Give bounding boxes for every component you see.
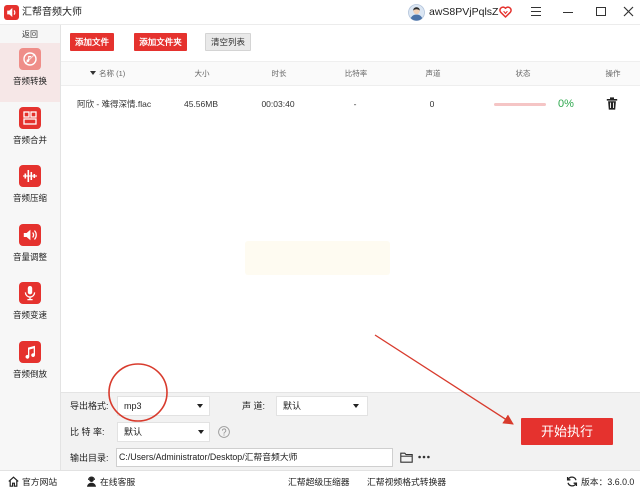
video-converter-link[interactable]: 汇帮视频格式转换器 xyxy=(367,476,446,488)
sort-desc-icon[interactable] xyxy=(90,71,96,75)
channel-select[interactable]: 默认 xyxy=(276,396,368,416)
sidebar-item-audio-convert[interactable]: 音频转换 xyxy=(0,43,60,102)
output-label: 输出目录: xyxy=(70,453,109,463)
sidebar: 返回 音频转换 音频合并 音频压缩 音量调整 音频变速 音频倒放 xyxy=(0,25,61,470)
format-value: mp3 xyxy=(124,401,142,411)
column-status: 状态 xyxy=(515,69,531,78)
chevron-down-icon xyxy=(353,404,359,408)
format-label: 导出格式: xyxy=(70,401,109,411)
more-icon[interactable] xyxy=(418,455,430,459)
file-bitrate: - xyxy=(353,99,357,109)
sidebar-item-audio-reverse[interactable]: 音频倒放 xyxy=(0,336,60,395)
start-button[interactable]: 开始执行 xyxy=(521,418,613,445)
home-icon[interactable] xyxy=(8,476,19,487)
file-name: 阿欣 - 难得深情.flac xyxy=(77,99,152,109)
channel-value: 默认 xyxy=(283,401,302,411)
column-channels: 声道 xyxy=(425,69,441,78)
output-path-input[interactable]: C:/Users/Administrator/Desktop/汇帮音频大师 xyxy=(116,448,393,467)
audio-merge-icon xyxy=(19,106,41,129)
output-path-value: C:/Users/Administrator/Desktop/汇帮音频大师 xyxy=(119,452,298,462)
minimize-icon[interactable] xyxy=(563,12,573,14)
sidebar-item-audio-speed[interactable]: 音频变速 xyxy=(0,277,60,336)
volume-icon xyxy=(19,223,41,246)
username[interactable]: awS8PVjPqlsZ xyxy=(429,6,498,19)
sidebar-menu: 音频转换 音频合并 音频压缩 音量调整 音频变速 音频倒放 xyxy=(0,43,60,394)
menu-icon[interactable] xyxy=(531,7,541,17)
vip-heart-icon[interactable] xyxy=(499,6,512,18)
sidebar-item-audio-compress[interactable]: 音频压缩 xyxy=(0,160,60,219)
support-icon[interactable] xyxy=(86,476,97,487)
channel-label: 声 道: xyxy=(242,401,266,411)
back-button[interactable]: 返回 xyxy=(0,28,60,41)
clear-list-button[interactable]: 清空列表 xyxy=(205,33,251,51)
progress-percent: 0% xyxy=(558,98,574,110)
user-avatar[interactable] xyxy=(408,4,425,21)
refresh-icon[interactable] xyxy=(566,476,578,487)
sidebar-item-label: 音频变速 xyxy=(12,310,47,320)
bitrate-label: 比 特 率: xyxy=(70,427,105,437)
watermark xyxy=(245,241,390,275)
column-duration: 时长 xyxy=(271,69,287,78)
column-bitrate: 比特率 xyxy=(344,69,368,78)
folder-icon[interactable] xyxy=(400,452,413,463)
audio-convert-icon xyxy=(19,48,41,70)
website-link[interactable]: 官方网站 xyxy=(22,476,57,488)
music-note-icon xyxy=(19,340,41,363)
app-logo-icon xyxy=(4,5,19,20)
help-icon[interactable] xyxy=(218,426,230,438)
app-window: 汇帮音频大师 awS8PVjPqlsZ 返回 音频转换 音频合并 音频压缩 音量… xyxy=(0,0,640,490)
app-title: 汇帮音频大师 xyxy=(22,7,82,18)
column-name[interactable]: 名称 (1) xyxy=(99,68,125,79)
sidebar-item-label: 音频转换 xyxy=(12,76,47,86)
microphone-icon xyxy=(19,282,41,304)
sidebar-item-label: 音量调整 xyxy=(12,251,47,262)
sidebar-item-label: 音频倒放 xyxy=(12,368,47,379)
version-label: 版本：3.6.0.0 xyxy=(581,477,635,487)
sidebar-item-label: 音频合并 xyxy=(12,134,47,145)
file-size: 45.56MB xyxy=(183,99,219,109)
sidebar-item-volume[interactable]: 音量调整 xyxy=(0,219,60,278)
chevron-down-icon xyxy=(198,430,204,434)
chevron-down-icon xyxy=(197,404,203,408)
close-icon[interactable] xyxy=(623,6,634,17)
trash-icon[interactable] xyxy=(606,97,618,110)
add-file-button[interactable]: 添加文件 xyxy=(70,33,114,51)
maximize-icon[interactable] xyxy=(596,7,606,16)
progress-bar xyxy=(494,103,546,106)
support-link[interactable]: 在线客服 xyxy=(100,476,135,488)
audio-compress-icon xyxy=(19,165,41,187)
column-size: 大小 xyxy=(194,69,210,78)
add-folder-button[interactable]: 添加文件夹 xyxy=(134,33,187,51)
sidebar-item-label: 音频压缩 xyxy=(12,193,47,203)
column-actions: 操作 xyxy=(605,69,621,78)
file-duration: 00:03:40 xyxy=(261,99,295,109)
bitrate-value: 默认 xyxy=(124,427,143,437)
file-channels: 0 xyxy=(429,99,435,109)
title-bar: 汇帮音频大师 awS8PVjPqlsZ xyxy=(0,0,640,25)
format-select[interactable]: mp3 xyxy=(117,396,210,416)
bitrate-select[interactable]: 默认 xyxy=(117,422,210,442)
sidebar-item-audio-merge[interactable]: 音频合并 xyxy=(0,102,60,161)
compressor-link[interactable]: 汇帮超级压缩器 xyxy=(288,476,350,488)
